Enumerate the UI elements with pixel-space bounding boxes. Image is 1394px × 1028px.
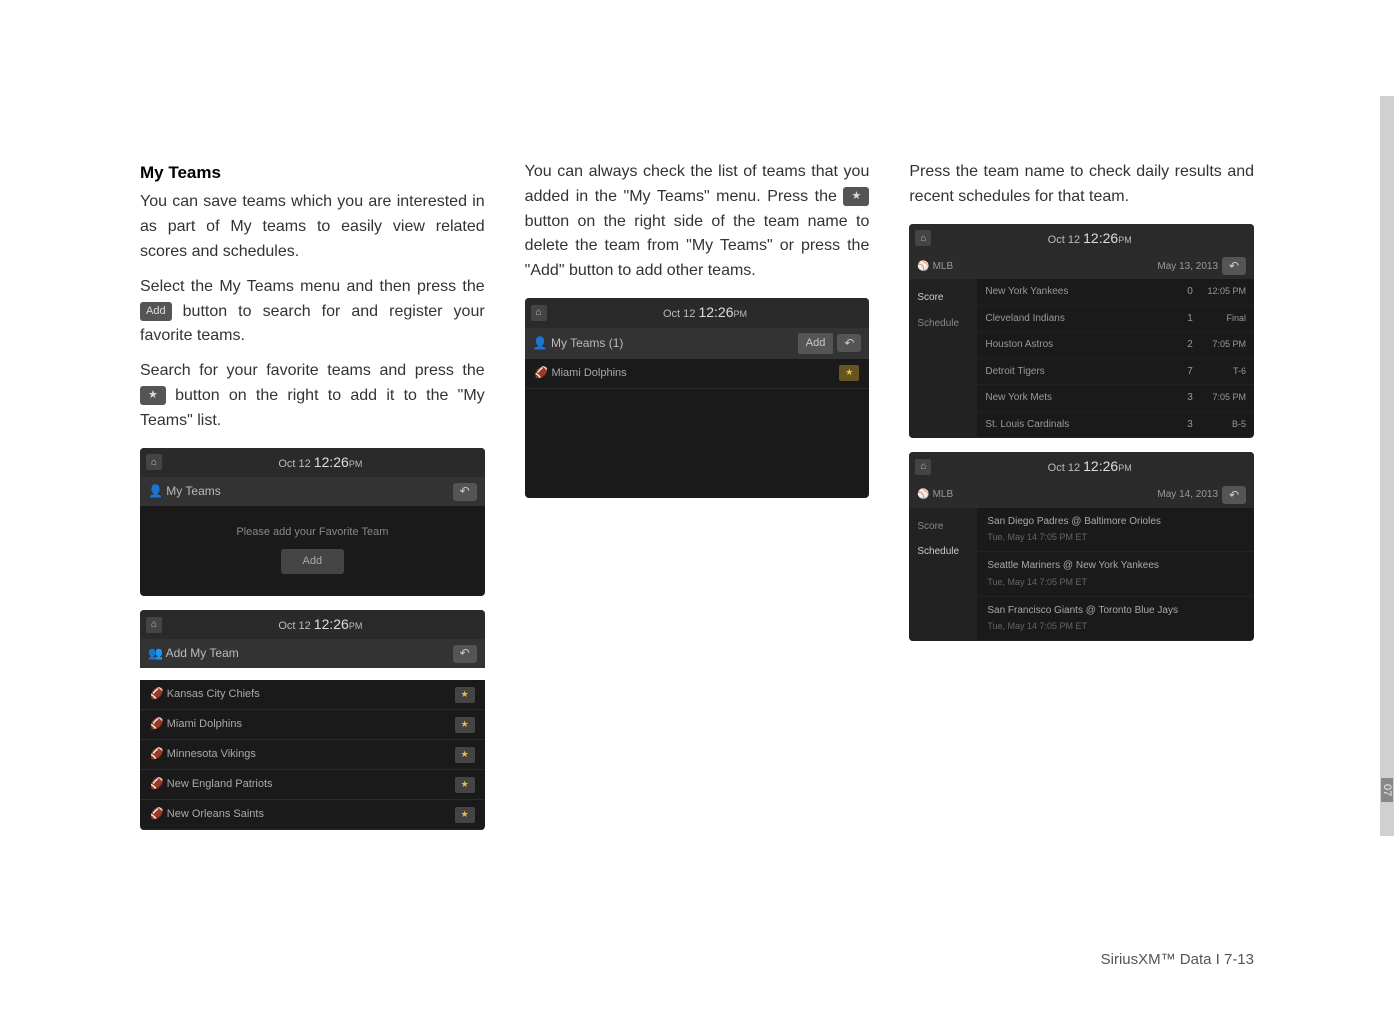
text: You can always check the list of teams t…	[525, 163, 870, 205]
screenshot-mlb-score: ⌂ Oct 12 12:26PM ⚾ MLB May 13, 2013 ↶ Sc…	[909, 224, 1254, 439]
paragraph: Select the My Teams menu and then press …	[140, 275, 485, 349]
time: 12:26	[1083, 230, 1118, 246]
add-button[interactable]: Add	[281, 549, 345, 574]
paragraph: Search for your favorite teams and press…	[140, 359, 485, 433]
search-input[interactable]	[140, 668, 485, 680]
ampm: PM	[734, 309, 748, 319]
table-row[interactable]: Houston Astros27:05 PM	[977, 332, 1254, 359]
list-item[interactable]: 🏈 Miami Dolphins★	[525, 359, 870, 389]
list-item[interactable]: 🏈 Kansas City Chiefs★	[140, 680, 485, 710]
ampm: PM	[1118, 463, 1132, 473]
ampm: PM	[1118, 235, 1132, 245]
tab-score[interactable]: Score	[909, 285, 977, 311]
home-icon[interactable]: ⌂	[915, 230, 931, 246]
table-row[interactable]: New York Yankees012:05 PM	[977, 279, 1254, 306]
ampm: PM	[349, 621, 363, 631]
back-icon[interactable]: ↶	[1222, 486, 1246, 504]
screenshot-my-teams-list: ⌂ Oct 12 12:26PM 👤 My Teams (1) Add ↶ 🏈 …	[525, 298, 870, 498]
league-label: ⚾ MLB	[917, 487, 953, 503]
table-row[interactable]: St. Louis Cardinals3B-5	[977, 412, 1254, 439]
star-icon[interactable]: ★	[455, 777, 475, 793]
ampm: PM	[349, 459, 363, 469]
home-icon[interactable]: ⌂	[146, 617, 162, 633]
section-title: My Teams	[140, 160, 485, 186]
column-3: Press the team name to check daily resul…	[909, 160, 1254, 844]
star-icon[interactable]: ★	[839, 365, 859, 381]
date-label: May 14, 2013	[1157, 487, 1218, 503]
list-item[interactable]: 🏈 New Orleans Saints★	[140, 800, 485, 830]
screenshot-mlb-schedule: ⌂ Oct 12 12:26PM ⚾ MLB May 14, 2013 ↶ Sc…	[909, 452, 1254, 641]
league-label: ⚾ MLB	[917, 259, 953, 275]
text: Select the My Teams menu and then press …	[140, 278, 485, 295]
list-item[interactable]: 🏈 Minnesota Vikings★	[140, 740, 485, 770]
back-icon[interactable]: ↶	[837, 334, 861, 352]
date: Oct 12	[663, 308, 695, 320]
empty-message: Please add your Favorite Team	[150, 524, 475, 541]
tab-schedule[interactable]: Schedule	[909, 539, 977, 565]
date: Oct 12	[1048, 234, 1080, 246]
screen-title: 👤 My Teams (1)	[533, 334, 624, 353]
screenshot-add-my-team: ⌂ Oct 12 12:26PM 👥 Add My Team ↶ 🏈 Kansa…	[140, 610, 485, 831]
screenshot-my-teams-empty: ⌂ Oct 12 12:26PM 👤 My Teams ↶ Please add…	[140, 448, 485, 596]
back-icon[interactable]: ↶	[1222, 257, 1246, 275]
screen-title: 👥 Add My Team	[148, 644, 239, 663]
table-row[interactable]: New York Mets37:05 PM	[977, 385, 1254, 412]
home-icon[interactable]: ⌂	[531, 305, 547, 321]
page-footer: SiriusXM™ Data I 7-13	[1101, 951, 1254, 968]
table-row[interactable]: San Francisco Giants @ Toronto Blue Jays…	[977, 597, 1254, 641]
star-icon[interactable]: ★	[455, 687, 475, 703]
time: 12:26	[314, 454, 349, 470]
page-section-number: 07	[1381, 778, 1393, 802]
star-icon[interactable]: ★	[455, 717, 475, 733]
paragraph: Press the team name to check daily resul…	[909, 160, 1254, 210]
list-item[interactable]: 🏈 Miami Dolphins★	[140, 710, 485, 740]
add-button-inline: Add	[140, 302, 172, 321]
back-icon[interactable]: ↶	[453, 645, 477, 663]
paragraph: You can save teams which you are interes…	[140, 190, 485, 264]
table-row[interactable]: Seattle Mariners @ New York Yankees Tue,…	[977, 552, 1254, 596]
back-icon[interactable]: ↶	[453, 483, 477, 501]
text: button on the right to add it to the "My…	[140, 387, 485, 429]
home-icon[interactable]: ⌂	[915, 459, 931, 475]
paragraph: You can always check the list of teams t…	[525, 160, 870, 284]
date: Oct 12	[278, 458, 310, 470]
tab-schedule[interactable]: Schedule	[909, 311, 977, 337]
table-row[interactable]: Cleveland Indians1Final	[977, 306, 1254, 333]
date: Oct 12	[278, 620, 310, 632]
screen-title: 👤 My Teams	[148, 482, 221, 501]
table-row[interactable]: San Diego Padres @ Baltimore Orioles Tue…	[977, 508, 1254, 552]
star-button-inline: ★	[140, 386, 166, 405]
star-icon[interactable]: ★	[455, 747, 475, 763]
home-icon[interactable]: ⌂	[146, 454, 162, 470]
table-row[interactable]: Detroit Tigers7T-6	[977, 359, 1254, 386]
column-1: My Teams You can save teams which you ar…	[140, 160, 485, 844]
date: Oct 12	[1048, 462, 1080, 474]
list-item[interactable]: 🏈 New England Patriots★	[140, 770, 485, 800]
time: 12:26	[698, 304, 733, 320]
star-button-inline: ★	[843, 187, 869, 206]
tab-score[interactable]: Score	[909, 514, 977, 540]
time: 12:26	[314, 616, 349, 632]
column-2: You can always check the list of teams t…	[525, 160, 870, 844]
time: 12:26	[1083, 458, 1118, 474]
text: button to search for and register your f…	[140, 303, 485, 345]
text: Search for your favorite teams and press…	[140, 362, 485, 379]
star-icon[interactable]: ★	[455, 807, 475, 823]
add-button[interactable]: Add	[798, 333, 834, 354]
date-label: May 13, 2013	[1157, 259, 1218, 275]
page-edge-tab	[1380, 96, 1394, 836]
text: button on the right side of the team nam…	[525, 213, 870, 280]
